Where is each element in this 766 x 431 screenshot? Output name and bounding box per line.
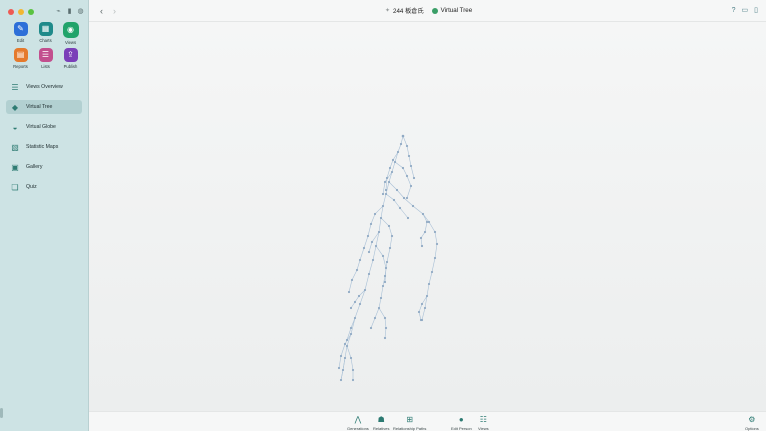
minimize-window-button[interactable]: [18, 9, 24, 15]
tile-publish[interactable]: ⇪ Publish: [58, 48, 83, 69]
tag-icon[interactable]: ⌁: [55, 8, 62, 15]
relationship-paths-icon: ⊞: [406, 415, 414, 424]
window-icon[interactable]: ▭: [742, 7, 749, 15]
relationship-paths-button[interactable]: ⊞ Relationship Paths: [393, 415, 426, 431]
nav-item-label: Views Overview: [26, 84, 63, 90]
header-bar: ‹ › ✦ 244 板倉氏 Virtual Tree ? ▭ ▯: [89, 0, 766, 22]
sidebar-toggle-icon[interactable]: ▯: [754, 7, 758, 15]
nav-item-label: Virtual Tree: [26, 104, 53, 110]
zoom-window-button[interactable]: [28, 9, 34, 15]
button-label: Relatives: [373, 426, 390, 431]
button-label: Relationship Paths: [393, 426, 427, 431]
button-label: Views: [478, 426, 489, 431]
header-tools: ? ▭ ▯: [732, 7, 758, 15]
globe-icon: ◒: [12, 122, 18, 132]
back-button[interactable]: ‹: [100, 6, 103, 16]
window-controls: [8, 9, 34, 15]
tile-reports[interactable]: ▤ Reports: [8, 48, 33, 69]
nav-item-label: Virtual Globe: [26, 124, 56, 130]
nav-item-gallery[interactable]: ▣ Gallery: [6, 160, 82, 174]
edit-person-button[interactable]: ● Edit Person: [451, 415, 472, 431]
tile-label: Lists: [41, 64, 50, 69]
virtual-tree-graph[interactable]: [89, 22, 766, 411]
tile-edit[interactable]: ✎ Edit: [8, 22, 33, 45]
bottom-toolbar: ⋀ Generations ☗ Relatives ⊞ Relationship…: [89, 411, 766, 431]
tile-label: Publish: [63, 64, 78, 69]
pin-icon: ✦: [385, 8, 391, 14]
tile-label: Charts: [39, 38, 52, 43]
nav-item-label: Statistic Maps: [26, 144, 59, 150]
sidebar: ⌁ ▮ ◍ ✎ Edit ▦ Charts ◉ Views ▤ Reports …: [0, 0, 89, 431]
sidebar-resize-handle[interactable]: [0, 408, 3, 418]
tile-charts[interactable]: ▦ Charts: [33, 22, 58, 45]
help-icon[interactable]: ?: [732, 7, 736, 15]
tile-label: Edit: [16, 38, 25, 43]
button-label: Generations: [347, 426, 369, 431]
window-title: ✦ 244 板倉氏 Virtual Tree: [385, 6, 472, 15]
options-button[interactable]: ⚙ Options: [745, 415, 759, 431]
sync-icon[interactable]: ◍: [77, 8, 84, 15]
tile-views[interactable]: ◉ Views: [58, 22, 83, 45]
eye-icon: ◉: [62, 22, 79, 38]
tile-label: Reports: [13, 64, 28, 69]
person-title[interactable]: 244 板倉氏: [393, 6, 424, 15]
button-label: Edit Person: [451, 426, 472, 431]
relatives-button[interactable]: ☗ Relatives: [373, 415, 389, 431]
cube-icon: ◆: [11, 102, 19, 112]
close-window-button[interactable]: [8, 9, 14, 15]
forward-button[interactable]: ›: [113, 6, 116, 16]
gear-icon: ⚙: [748, 415, 756, 424]
nav-item-virtual-tree[interactable]: ◆ Virtual Tree: [6, 100, 82, 114]
map-icon: ▧: [11, 142, 19, 152]
views-nav: ☰ Views Overview ◆ Virtual Tree ◒ Virtua…: [6, 80, 82, 200]
quiz-icon: ❏: [11, 182, 19, 192]
publish-icon: ⇪: [63, 48, 78, 62]
sidebar-tools: ⌁ ▮ ◍: [55, 8, 84, 15]
relatives-icon: ☗: [377, 415, 385, 424]
views-icon: ☷: [479, 415, 487, 424]
nav-item-statistic-maps[interactable]: ▧ Statistic Maps: [6, 140, 82, 154]
edit-person-icon: ●: [458, 415, 464, 424]
button-label: Options: [745, 426, 759, 431]
nav-item-label: Quiz: [26, 184, 37, 190]
pencil-icon: ✎: [13, 22, 28, 36]
views-button[interactable]: ☷ Views: [478, 415, 489, 431]
nav-item-views-overview[interactable]: ☰ Views Overview: [6, 80, 82, 94]
nav-item-quiz[interactable]: ❏ Quiz: [6, 180, 82, 194]
charts-icon: ▦: [38, 22, 53, 36]
document-icon: ▤: [13, 48, 28, 62]
tile-label: Views: [64, 40, 77, 45]
bookmark-icon[interactable]: ▮: [66, 8, 73, 15]
generations-icon: ⋀: [354, 415, 362, 424]
function-tiles: ✎ Edit ▦ Charts ◉ Views ▤ Reports ☰ List…: [8, 22, 83, 69]
gallery-icon: ▣: [11, 162, 19, 172]
virtual-tree-canvas[interactable]: [89, 22, 766, 411]
list-icon: ☰: [38, 48, 53, 62]
nav-item-virtual-globe[interactable]: ◒ Virtual Globe: [6, 120, 82, 134]
list-lines-icon: ☰: [11, 82, 19, 92]
generations-button[interactable]: ⋀ Generations: [347, 415, 369, 431]
virtual-tree-icon: [431, 7, 438, 14]
tile-lists[interactable]: ☰ Lists: [33, 48, 58, 69]
nav-item-label: Gallery: [26, 164, 43, 170]
view-title: Virtual Tree: [440, 7, 473, 14]
